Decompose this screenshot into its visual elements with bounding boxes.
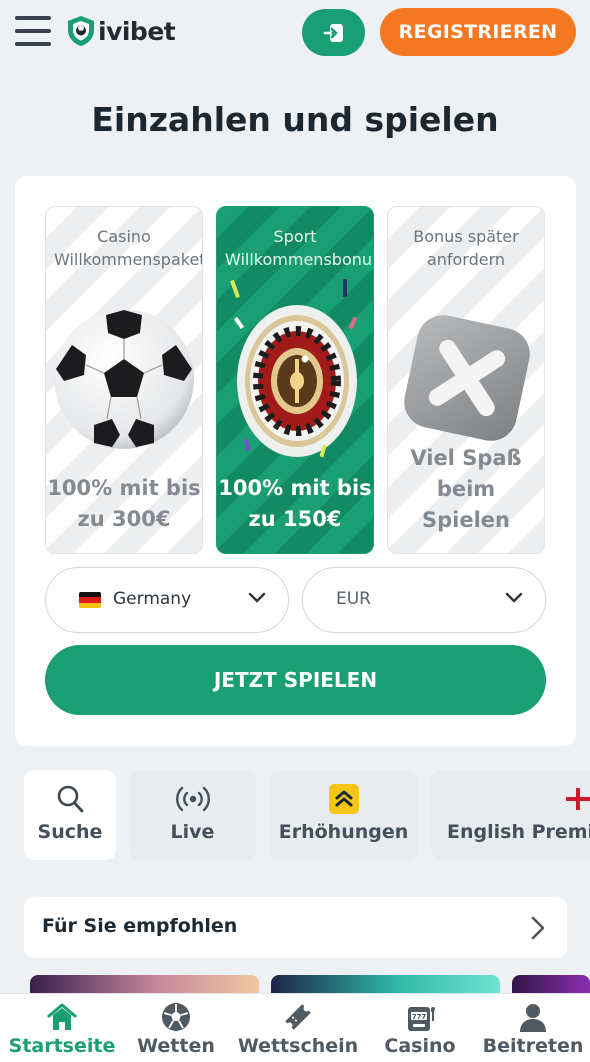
home-icon xyxy=(47,1003,77,1030)
top-header: ivibet REGISTRIEREN xyxy=(0,0,590,66)
bottom-nav-label: Wettschein xyxy=(237,1035,359,1057)
bonus-option-sport[interactable]: Sport Willkommensbonus 100% mit bis zu 1… xyxy=(216,206,374,554)
quick-nav-live[interactable]: Live xyxy=(129,770,256,860)
chevron-right-icon xyxy=(531,916,545,940)
bottom-nav-label: Wetten xyxy=(137,1035,215,1057)
quick-nav-label: Suche xyxy=(37,821,103,843)
login-icon xyxy=(323,23,343,42)
bottom-nav-betslip[interactable]: Wettschein xyxy=(235,994,361,1062)
boost-arrows-icon xyxy=(328,784,359,814)
germany-flag-icon xyxy=(79,592,101,608)
bottom-nav-label: Beitreten xyxy=(482,1035,584,1057)
chevron-down-icon xyxy=(248,592,266,603)
bonus-amount: 100% mit bis zu 300€ xyxy=(47,476,201,531)
chevron-down-icon xyxy=(505,592,523,603)
country-select[interactable]: Germany xyxy=(45,567,289,633)
bonus-option-later[interactable]: Bonus später anfordern Viel Spaß beim Sp… xyxy=(387,206,545,554)
country-value: Germany xyxy=(113,589,192,609)
bottom-nav-home[interactable]: Startseite xyxy=(0,994,124,1062)
soccer-ball-image xyxy=(54,309,194,449)
logo-text: ivibet xyxy=(98,16,176,46)
bottom-nav-label: Startseite xyxy=(8,1035,116,1057)
quick-nav-boosts[interactable]: Erhöhungen xyxy=(269,770,418,860)
bottom-nav-bets[interactable]: Wetten xyxy=(124,994,228,1062)
shield-logo-icon xyxy=(68,16,94,46)
currency-value: EUR xyxy=(336,589,371,609)
recommended-section-header[interactable]: Für Sie empfohlen xyxy=(24,897,567,958)
logo[interactable]: ivibet xyxy=(66,14,176,48)
england-flag-icon xyxy=(566,788,590,810)
bottom-nav-label: Casino xyxy=(384,1035,456,1057)
slot-machine-icon: 777 xyxy=(408,1007,435,1031)
page-title: Einzahlen und spielen xyxy=(91,100,499,139)
search-icon xyxy=(57,785,84,813)
deposit-card: Casino Willkommenspaket 100% mit bis zu … xyxy=(15,176,576,746)
bonus-title: Casino Willkommenspaket xyxy=(54,227,202,269)
ticket-icon xyxy=(285,1004,311,1030)
soccer-ball-icon xyxy=(162,1003,190,1031)
quick-nav-label: English Premier League xyxy=(447,821,590,843)
play-now-button[interactable]: JETZT SPIELEN xyxy=(45,645,546,715)
live-broadcast-icon xyxy=(175,786,210,812)
register-button[interactable]: REGISTRIEREN xyxy=(380,8,576,56)
bottom-navigation: Startseite Wetten Wettschein 777 Casino xyxy=(0,993,590,1062)
hamburger-menu-icon[interactable] xyxy=(15,16,51,46)
quick-nav-label: Live xyxy=(170,821,215,843)
x-cross-icon xyxy=(404,315,530,441)
recommended-title: Für Sie empfohlen xyxy=(42,915,238,937)
roulette-wheel-image xyxy=(230,279,358,458)
bottom-nav-join[interactable]: Beitreten xyxy=(476,994,590,1062)
quick-nav-label: Erhöhungen xyxy=(278,821,409,843)
bonus-amount: Viel Spaß beim Spielen xyxy=(410,446,522,532)
bottom-nav-casino[interactable]: 777 Casino xyxy=(370,994,470,1062)
login-button[interactable] xyxy=(302,9,365,56)
user-icon xyxy=(520,1004,546,1032)
bonus-option-casino[interactable]: Casino Willkommenspaket 100% mit bis zu … xyxy=(45,206,203,554)
quick-nav-search[interactable]: Suche xyxy=(24,770,116,860)
bonus-amount: 100% mit bis zu 150€ xyxy=(218,476,372,531)
svg-text:777: 777 xyxy=(412,1013,427,1021)
currency-select[interactable]: EUR xyxy=(302,567,546,633)
bonus-title: Bonus später anfordern xyxy=(413,227,519,269)
quick-nav-premier-league[interactable]: English Premier League xyxy=(431,770,590,860)
bonus-title: Sport Willkommensbonus xyxy=(225,227,373,269)
